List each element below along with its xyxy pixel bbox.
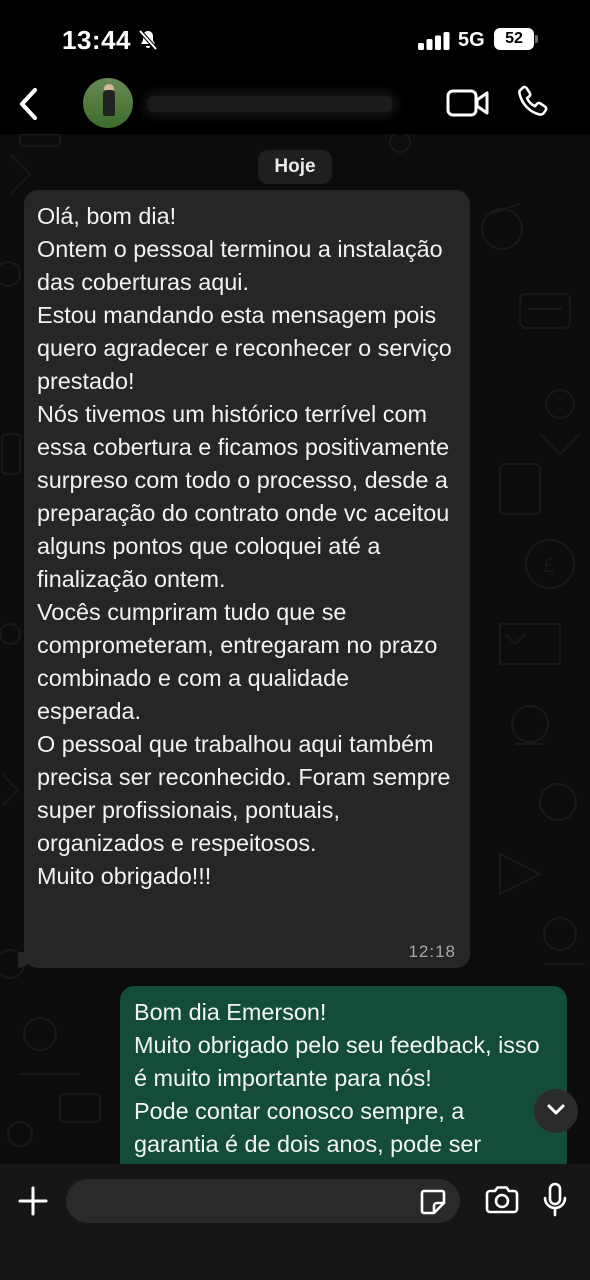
bell-slash-icon bbox=[138, 29, 158, 51]
incoming-message-text: Olá, bom dia! Ontem o pessoal terminou a… bbox=[37, 203, 452, 889]
camera-icon[interactable] bbox=[484, 1185, 520, 1215]
network-type: 5G bbox=[458, 29, 485, 51]
chat-header bbox=[0, 78, 590, 134]
status-time: 13:44 bbox=[62, 25, 131, 55]
sticker-icon[interactable] bbox=[419, 1188, 447, 1216]
contact-avatar[interactable] bbox=[83, 78, 133, 128]
back-chevron-icon[interactable] bbox=[14, 86, 44, 122]
outgoing-message-text: Bom dia Emerson! Muito obrigado pelo seu… bbox=[134, 999, 540, 1157]
scroll-to-bottom-button[interactable] bbox=[534, 1089, 578, 1133]
outgoing-message-bubble[interactable]: Bom dia Emerson! Muito obrigado pelo seu… bbox=[120, 986, 567, 1164]
date-chip: Hoje bbox=[258, 150, 332, 184]
microphone-icon[interactable] bbox=[542, 1182, 568, 1218]
battery-tip bbox=[535, 35, 538, 43]
incoming-message-bubble[interactable]: Olá, bom dia! Ontem o pessoal terminou a… bbox=[18, 190, 470, 968]
plus-icon[interactable] bbox=[18, 1186, 48, 1216]
battery-level: 52 bbox=[494, 28, 534, 50]
chevron-down-icon bbox=[547, 1104, 565, 1115]
message-input[interactable] bbox=[66, 1179, 460, 1223]
signal-icon bbox=[418, 32, 450, 50]
video-call-icon[interactable] bbox=[446, 88, 490, 118]
incoming-message-time: 12:18 bbox=[408, 942, 456, 961]
contact-name-redacted[interactable] bbox=[148, 96, 392, 112]
composer-bar bbox=[0, 1164, 590, 1280]
chat-area[interactable]: £ Hoje Olá, bom dia! Ontem o pessoal ter… bbox=[0, 134, 590, 1164]
svg-text:£: £ bbox=[543, 555, 554, 577]
status-bar: 13:44 5G 52 bbox=[0, 0, 590, 78]
phone-icon[interactable] bbox=[514, 84, 550, 120]
